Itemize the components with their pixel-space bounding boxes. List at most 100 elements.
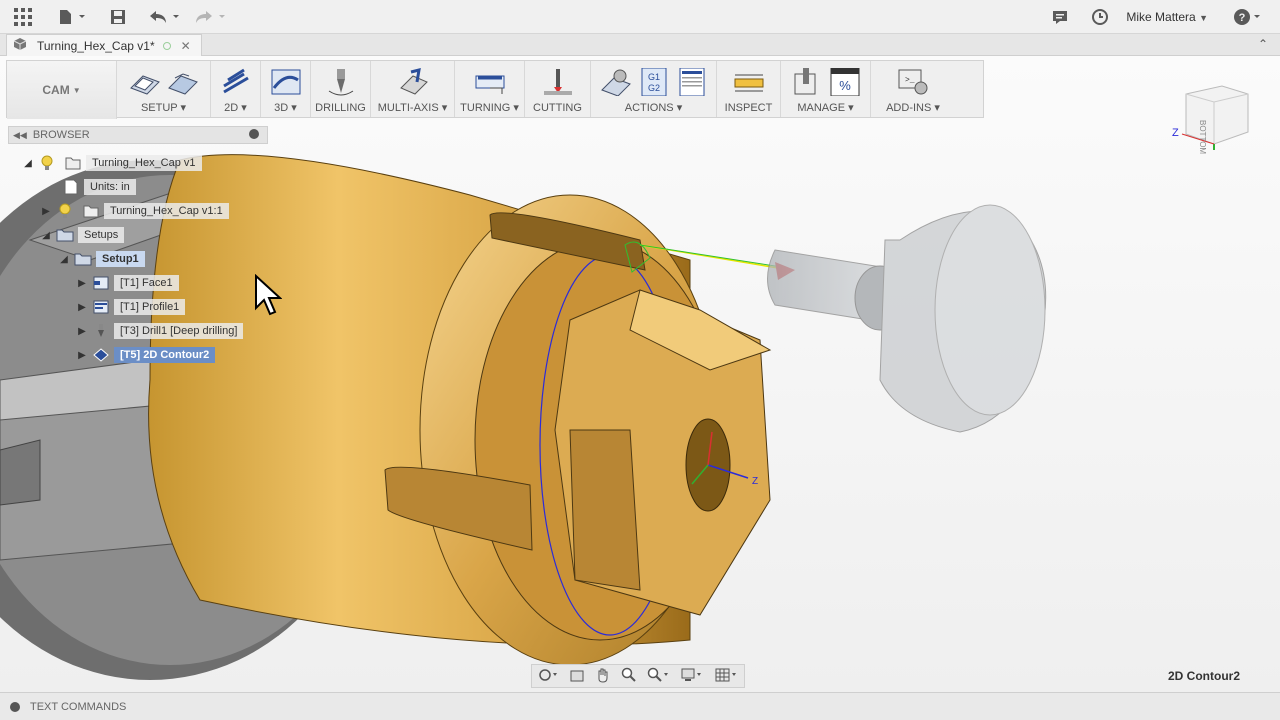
document-icon: [64, 155, 82, 171]
turning-label: TURNING: [460, 102, 511, 114]
post-library-icon[interactable]: %: [829, 67, 861, 97]
help-icon[interactable]: ?: [1232, 8, 1264, 26]
drilling-group[interactable]: DRILLING: [311, 61, 371, 117]
chevron-down-icon: ▼: [72, 85, 81, 95]
manage-label: MANAGE: [797, 102, 846, 114]
turning-icon[interactable]: [474, 67, 506, 97]
expanded-triangle-icon[interactable]: ◢: [22, 157, 34, 169]
actions-group[interactable]: G1 G2 ACTIONS ▾: [591, 61, 717, 117]
inspect-icon[interactable]: [733, 68, 765, 98]
2d-milling-icon[interactable]: [220, 67, 252, 97]
post-process-icon[interactable]: G1 G2: [638, 67, 670, 97]
tree-item-setups[interactable]: ◢ Setups: [40, 225, 125, 245]
display-settings-icon[interactable]: [681, 667, 705, 686]
undo-icon[interactable]: [146, 8, 182, 26]
text-commands-bar[interactable]: TEXT COMMANDS: [0, 692, 1280, 720]
tree-label: Turning_Hex_Cap v1: [86, 155, 202, 171]
user-account-menu[interactable]: Mike Mattera ▼: [1126, 10, 1208, 24]
drilling-icon[interactable]: [325, 68, 357, 98]
model-canvas[interactable]: Z: [0, 56, 1280, 692]
3d-milling-icon[interactable]: [270, 67, 302, 97]
workspace-label: CAM: [42, 83, 70, 97]
tree-item-profile1[interactable]: ▶ [T1] Profile1: [76, 297, 186, 317]
close-tab-icon[interactable]: ✕: [181, 39, 191, 53]
expanded-triangle-icon[interactable]: ◢: [40, 229, 52, 241]
status-indicator: [162, 41, 171, 50]
collapsed-triangle-icon[interactable]: ▶: [76, 277, 88, 289]
expand-icon[interactable]: [10, 701, 20, 712]
add-ins-icon[interactable]: >_: [897, 67, 929, 97]
browser-pin-icon[interactable]: [249, 129, 259, 139]
title-bar: Mike Mattera ▼ ?: [0, 0, 1280, 34]
simulate-icon[interactable]: [600, 67, 632, 97]
pan-icon[interactable]: [595, 667, 611, 686]
tree-item-units[interactable]: Units: in: [58, 177, 136, 197]
collapse-icon[interactable]: ⌃: [1258, 37, 1268, 51]
job-status-icon[interactable]: [1090, 8, 1110, 26]
actions-label: ACTIONS: [624, 102, 674, 114]
cutting-icon[interactable]: [542, 68, 574, 98]
3d-group[interactable]: 3D ▾: [261, 61, 311, 117]
tool-library-icon[interactable]: [791, 67, 823, 97]
svg-text:?: ?: [1239, 12, 1246, 24]
collapsed-triangle-icon[interactable]: ▶: [76, 349, 88, 361]
g2-text: G2: [647, 83, 659, 93]
3d-label: 3D: [274, 102, 289, 114]
tree-item-2d-contour2[interactable]: ▶ [T5] 2D Contour2: [76, 345, 216, 365]
tree-label: [T5] 2D Contour2: [114, 347, 216, 363]
active-operation-label: 2D Contour2: [1168, 669, 1240, 683]
stock-setup-icon[interactable]: [167, 67, 199, 97]
multi-axis-icon[interactable]: [397, 67, 429, 97]
tree-label: [T1] Face1: [114, 275, 179, 291]
collapse-browser-icon[interactable]: ◀◀: [13, 130, 27, 141]
drill-operation-icon: [92, 323, 110, 339]
tree-item-drill1[interactable]: ▶ [T3] Drill1 [Deep drilling]: [76, 321, 244, 341]
tree-item-face1[interactable]: ▶ [T1] Face1: [76, 273, 179, 293]
g1-text: G1: [647, 72, 659, 82]
app-grid-icon[interactable]: [12, 8, 34, 26]
graphics-viewport[interactable]: Z BOTTOM Z: [0, 56, 1280, 692]
look-at-icon[interactable]: [569, 667, 585, 686]
tree-item-document[interactable]: ◢ Turning_Hex_Cap v1: [22, 153, 202, 173]
view-cube-axis-label: Z: [1172, 127, 1179, 139]
add-ins-group[interactable]: >_ ADD-INS ▾: [871, 61, 955, 117]
cutting-group[interactable]: CUTTING: [525, 61, 591, 117]
workspace-switcher[interactable]: CAM ▼: [7, 61, 117, 119]
view-cube-face-label: BOTTOM: [1198, 120, 1207, 154]
document-tab-title: Turning_Hex_Cap v1*: [37, 38, 155, 53]
multi-axis-label: MULTI-AXIS: [377, 102, 439, 114]
inspect-group[interactable]: INSPECT: [717, 61, 781, 117]
orbit-icon[interactable]: [537, 667, 559, 686]
manage-group[interactable]: % MANAGE ▾: [781, 61, 871, 117]
expanded-triangle-icon[interactable]: ◢: [58, 253, 70, 265]
collapsed-triangle-icon[interactable]: ▶: [76, 301, 88, 313]
view-cube[interactable]: BOTTOM Z: [1170, 80, 1256, 154]
lightbulb-icon[interactable]: [56, 203, 74, 219]
fit-icon[interactable]: [647, 667, 671, 686]
setup-group[interactable]: SETUP ▾: [117, 61, 211, 117]
origin-z-label: Z: [752, 476, 758, 487]
collapsed-triangle-icon[interactable]: ▶: [76, 325, 88, 337]
tree-label: Turning_Hex_Cap v1:1: [104, 203, 229, 219]
browser-panel-header[interactable]: ◀◀ BROWSER: [8, 126, 268, 144]
profile-operation-icon: [92, 299, 110, 315]
cam-toolbar: CAM ▼ SETUP ▾ 2D ▾ 3D ▾ DRILLING MULTI-A…: [6, 60, 984, 119]
collapsed-triangle-icon[interactable]: ▶: [40, 205, 52, 217]
notifications-icon[interactable]: [1050, 8, 1070, 26]
zoom-icon[interactable]: [621, 667, 637, 686]
save-icon[interactable]: [108, 8, 128, 26]
grid-settings-icon[interactable]: [715, 667, 739, 686]
document-settings-icon: [62, 179, 80, 195]
turning-group[interactable]: TURNING ▾: [455, 61, 525, 117]
lightbulb-icon[interactable]: [38, 155, 56, 171]
setup-icon[interactable]: [129, 67, 161, 97]
document-tab[interactable]: Turning_Hex_Cap v1* ✕: [6, 34, 202, 56]
tree-item-component[interactable]: ▶ Turning_Hex_Cap v1:1: [40, 201, 229, 221]
setup-sheet-icon[interactable]: [676, 67, 708, 97]
tree-item-setup1[interactable]: ◢ Setup1: [58, 249, 145, 269]
2d-group[interactable]: 2D ▾: [211, 61, 261, 117]
multi-axis-group[interactable]: MULTI-AXIS ▾: [371, 61, 455, 117]
redo-icon[interactable]: [192, 8, 228, 26]
setup-label: SETUP: [140, 102, 178, 114]
file-menu-icon[interactable]: [56, 8, 88, 26]
